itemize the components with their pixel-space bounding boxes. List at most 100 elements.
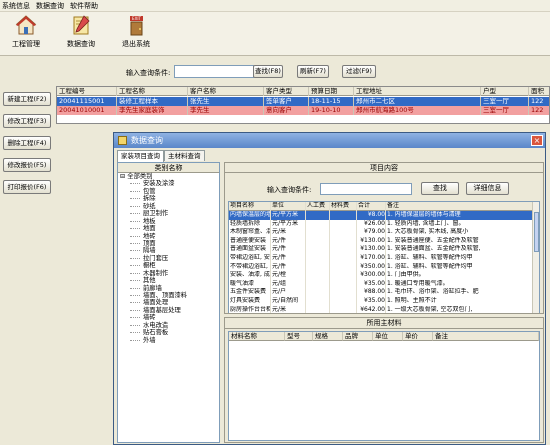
table-row[interactable]: 普通座便安装 元/件 ¥130.00 1. 安装普通座便、五金配件及软管: [229, 236, 539, 246]
column-header[interactable]: 材料名称: [229, 332, 285, 341]
table-row[interactable]: 厨房操作台台柜 元/米 ¥642.00 1. 一级大芯板骨架, 空芯双包门,: [229, 305, 539, 313]
column-header[interactable]: 型号: [285, 332, 313, 341]
close-icon[interactable]: ×: [531, 135, 543, 146]
search-input[interactable]: [174, 65, 254, 78]
column-header[interactable]: 材料费: [330, 202, 357, 211]
table-cell: [306, 305, 330, 313]
table-cell: 元/件: [271, 262, 306, 272]
tree-item[interactable]: 安装及涂漆: [118, 180, 219, 187]
table-cell: ¥8.00: [357, 211, 386, 220]
column-header[interactable]: 单位: [271, 202, 306, 211]
column-header[interactable]: 规格: [313, 332, 343, 341]
column-header[interactable]: 面积: [529, 87, 549, 96]
project-management-button[interactable]: 工程管理: [3, 14, 49, 54]
table-cell: 元/件: [271, 245, 306, 254]
column-header[interactable]: 客户名称: [188, 87, 264, 96]
tree-item[interactable]: 外墙: [118, 337, 219, 344]
table-row[interactable]: 带裙边浴缸, 安装工费元/件 ¥170.001. 浴缸、辅料、软管等配件均甲: [229, 254, 539, 263]
table-row[interactable]: 轻质墙拆除 元/平方米 ¥26.00 1. 轻质内墙, 含墙上门、窗。: [229, 219, 539, 229]
tree-item[interactable]: 地板: [118, 218, 219, 225]
edit-project-button[interactable]: 修改工程(F3): [3, 114, 51, 128]
materials-table[interactable]: 材料名称 型号 规格 品牌 单位 单价 备注: [228, 331, 540, 441]
project-search-input[interactable]: [320, 183, 412, 195]
menu-data-query[interactable]: 数据查询: [36, 1, 64, 11]
tree-header: 类别名称: [118, 163, 219, 173]
column-header[interactable]: 工程名称: [117, 87, 188, 96]
column-header[interactable]: 单位: [373, 332, 403, 341]
table-cell: 1. 内墙保温层的墙体与清理: [386, 211, 534, 220]
details-button[interactable]: 详细信息: [466, 182, 509, 195]
project-find-button[interactable]: 查找: [421, 182, 459, 195]
project-table[interactable]: 工程编号 工程名称 客户名称 客户类型 预算日期 工程地址 户型 面积 2004…: [56, 86, 550, 124]
menu-system-info[interactable]: 系统信息: [2, 1, 30, 11]
table-row[interactable]: 不带裙边浴缸, 安装工费元/件 ¥350.001. 浴缸、辅料、软管等配件均甲: [229, 262, 539, 272]
refresh-button[interactable]: 刷新(F7): [297, 65, 329, 78]
tree-item[interactable]: 顶面: [118, 240, 219, 247]
table-row[interactable]: 20041115001 装修工程样本 张先生 签单客户 18-11-15 郑州市…: [57, 97, 549, 106]
table-row[interactable]: 木制窗帘盒、混油饰面元/米 ¥79.001. 大芯板骨架, 实木线, 高度小: [229, 228, 539, 237]
vertical-scrollbar[interactable]: [532, 202, 539, 313]
print-quote-button[interactable]: 打印报价(F6): [3, 180, 51, 194]
dialog-title-bar[interactable]: 数据查询 ×: [114, 133, 545, 148]
tree-item[interactable]: 墙面基层处理: [118, 307, 219, 314]
tree-item[interactable]: 地面: [118, 225, 219, 232]
tree-item[interactable]: 地砖: [118, 233, 219, 240]
column-header[interactable]: 户型: [481, 87, 529, 96]
tree-item[interactable]: 拆除: [118, 195, 219, 202]
column-header[interactable]: 备注: [386, 202, 534, 211]
edit-quote-button[interactable]: 修改报价(F5): [3, 158, 51, 172]
category-tree[interactable]: 类别名称 ⊟ 全部类别 安装及涂漆 包管 拆除 砂纸 厨卫制作 地板 地面 地砖…: [117, 162, 220, 443]
table-cell: [330, 297, 357, 306]
filter-button[interactable]: 过滤(F9): [342, 65, 376, 78]
table-row[interactable]: 安装、油漆, 成品门元/樘 ¥300.001. 门由甲供。: [229, 271, 539, 280]
tree-item[interactable]: 墙面处理: [118, 299, 219, 306]
scrollbar-thumb[interactable]: [534, 212, 539, 252]
tab-decoration-items[interactable]: 家装项目查询: [117, 150, 164, 162]
column-header[interactable]: 项目名称: [229, 202, 271, 211]
column-header[interactable]: 预算日期: [309, 87, 354, 96]
column-header[interactable]: 客户类型: [264, 87, 309, 96]
table-cell: ¥300.00: [357, 271, 386, 280]
column-header[interactable]: 备注: [433, 332, 539, 341]
table-row[interactable]: 普通面盆安装 元/件 ¥130.00 1. 安装普通面盆、五金配件及软管,: [229, 245, 539, 254]
find-button[interactable]: 查找(F8): [253, 65, 283, 78]
tree-item[interactable]: 木器制作: [118, 270, 219, 277]
table-row[interactable]: 内墙保温层的墙体元/平方米 ¥8.001. 内墙保温层的墙体与清理: [229, 211, 539, 220]
column-header[interactable]: 工程编号: [57, 87, 117, 96]
table-row[interactable]: 暖气油漆 元/组 ¥35.00 1. 暖通口专用暖气漆。: [229, 279, 539, 289]
table-row[interactable]: 20041010001 李先生家庭装饰 李先生 意向客户 19-10-10 郑州…: [57, 106, 549, 115]
collapse-icon[interactable]: ⊟: [120, 173, 125, 180]
tree-item[interactable]: 墙面、顶面漆料: [118, 292, 219, 299]
delete-project-button[interactable]: 删除工程(F4): [3, 136, 51, 150]
menu-help[interactable]: 软件帮助: [70, 1, 98, 11]
tree-item[interactable]: 墙砖: [118, 314, 219, 321]
tree-item[interactable]: 厨卫制作: [118, 210, 219, 217]
table-cell: 元/件: [271, 254, 306, 263]
tree-item[interactable]: 贴石膏板: [118, 329, 219, 336]
column-header[interactable]: 单价: [403, 332, 433, 341]
column-header[interactable]: 合计: [357, 202, 386, 211]
column-header[interactable]: 品牌: [343, 332, 373, 341]
tree-item[interactable]: 隔墙: [118, 247, 219, 254]
new-project-button[interactable]: 新建工程(F2): [3, 92, 51, 106]
tree-item[interactable]: 砂纸: [118, 203, 219, 210]
tree-item[interactable]: 橱柜: [118, 262, 219, 269]
table-row[interactable]: 灯具安装费 元/自然间 ¥35.00 1. 照明、主照不计: [229, 297, 539, 306]
materials-panel: 所用主材料 材料名称 型号 规格 品牌 单位 单价 备注: [224, 317, 544, 443]
exit-system-button[interactable]: EXIT 退出系统: [113, 14, 159, 54]
table-cell: [306, 288, 330, 297]
table-cell: 元/樘: [271, 271, 306, 280]
data-query-button[interactable]: 数据查询: [58, 14, 104, 54]
table-cell: 暖气油漆: [229, 279, 271, 289]
tree-item[interactable]: 其他: [118, 277, 219, 284]
tree-item[interactable]: 拉门套压: [118, 255, 219, 262]
tree-item[interactable]: 水电改造: [118, 322, 219, 329]
column-header[interactable]: 人工费: [306, 202, 330, 211]
table-row[interactable]: 五金件安装费 元/户 ¥88.00 1. 毛巾环、浴巾架、浴缸拉手、肥: [229, 288, 539, 297]
table-cell: [306, 228, 330, 237]
tree-item[interactable]: 前廊墙: [118, 285, 219, 292]
tab-main-materials[interactable]: 主材料查询: [164, 150, 205, 161]
tree-item[interactable]: 包管: [118, 188, 219, 195]
column-header[interactable]: 工程地址: [354, 87, 481, 96]
project-items-table[interactable]: 项目名称 单位 人工费 材料费 合计 备注 内墙保温层的墙体元/平方米 ¥8.00…: [228, 201, 540, 313]
